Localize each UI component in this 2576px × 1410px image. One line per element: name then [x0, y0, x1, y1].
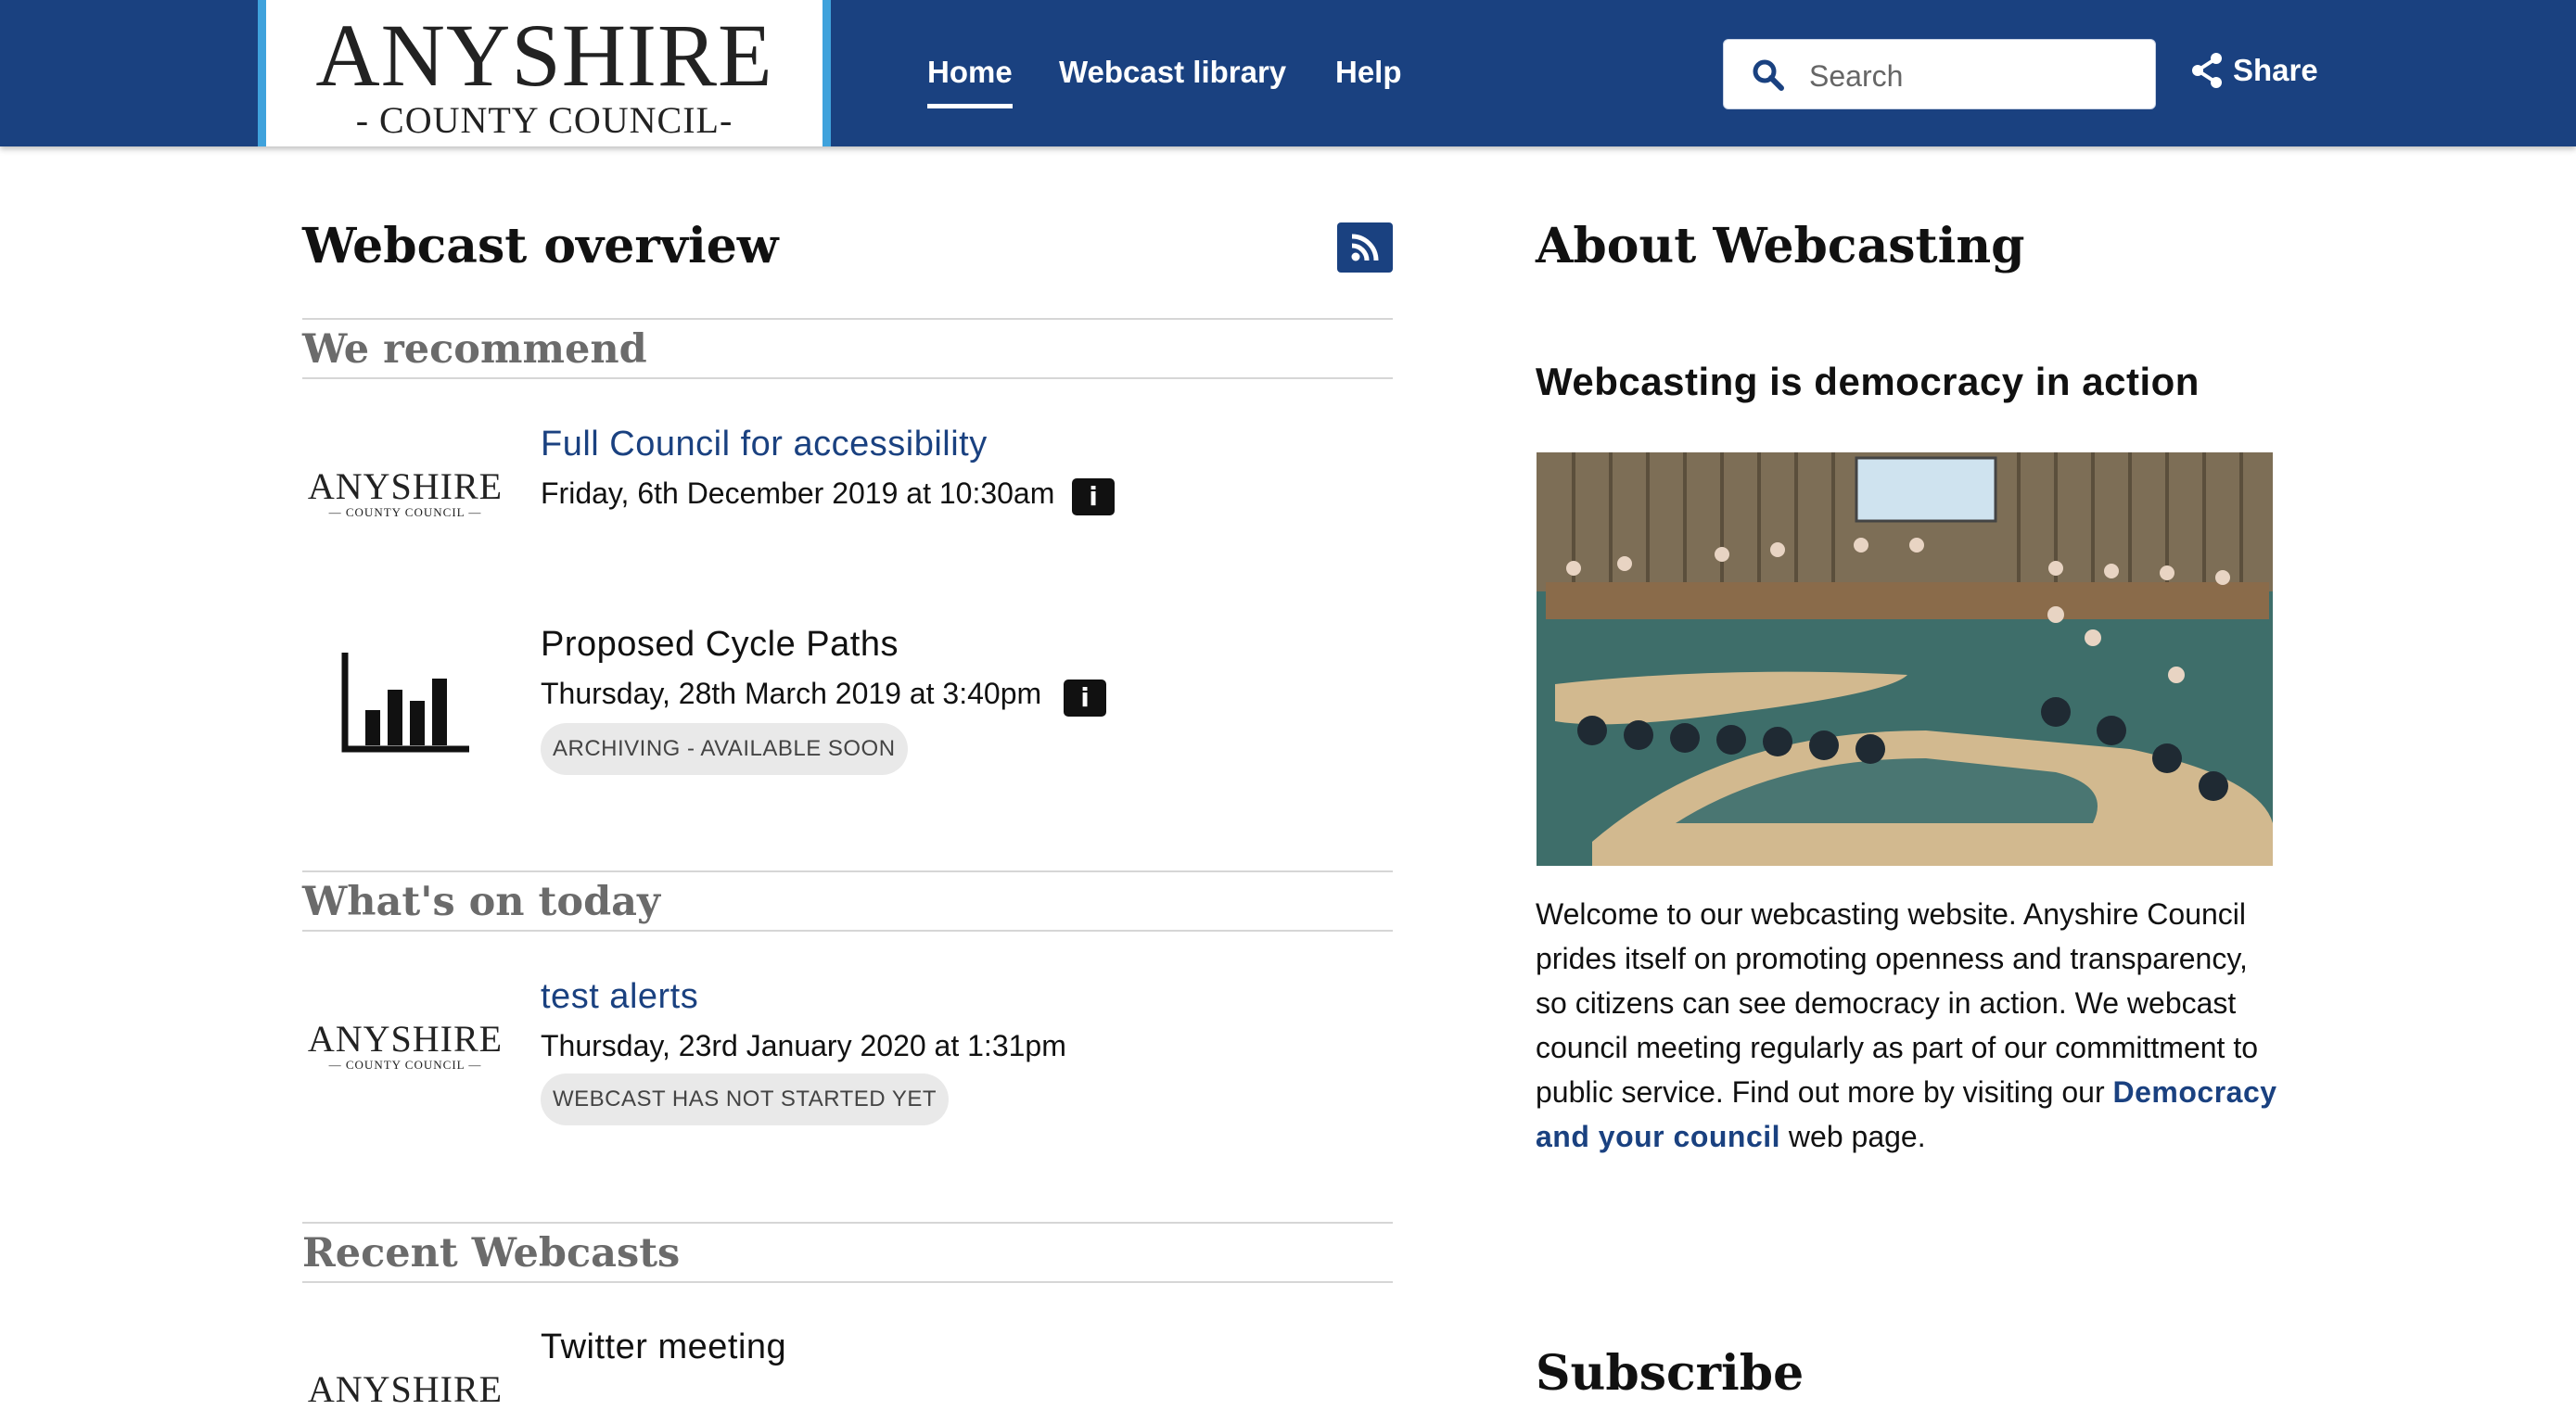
about-subtitle: Webcasting is democracy in action	[1536, 360, 2200, 403]
rss-icon	[1351, 234, 1379, 261]
search-input[interactable]	[1807, 53, 2136, 99]
webcast-title[interactable]: Twitter meeting	[541, 1326, 786, 1368]
webcast-thumbnail[interactable]: ANYSHIRE — COUNTY COUNCIL —	[306, 467, 504, 519]
nav-help[interactable]: Help	[1335, 54, 1402, 91]
nav-home[interactable]: Home	[927, 54, 1013, 108]
logo-main-text: ANYSHIRE	[315, 6, 773, 105]
section-title: We recommend	[302, 326, 647, 373]
share-icon	[2192, 53, 2222, 88]
webcast-date: Friday, 6th December 2019 at 10:30am	[541, 476, 1055, 510]
info-icon[interactable]: i	[1064, 680, 1106, 717]
subscribe-title: Subscribe	[1536, 1345, 1804, 1402]
search-icon[interactable]	[1752, 58, 1785, 92]
section-whats-on-today: What's on today	[302, 870, 1393, 932]
share-label: Share	[2233, 53, 2318, 87]
info-icon[interactable]: i	[1072, 478, 1115, 515]
nav-webcast-library[interactable]: Webcast library	[1059, 54, 1286, 91]
webcast-thumbnail[interactable]: ANYSHIRE — COUNTY COUNCIL —	[306, 1020, 504, 1072]
webcast-title-link[interactable]: test alerts	[541, 975, 698, 1018]
webcast-thumbnail[interactable]: ANYSHIRE	[306, 1370, 504, 1409]
webcast-date: Thursday, 23rd January 2020 at 1:31pm	[541, 1029, 1066, 1062]
council-logo[interactable]: ANYSHIRE - COUNTY COUNCIL-	[258, 0, 831, 146]
webcast-title[interactable]: Proposed Cycle Paths	[541, 623, 899, 666]
webcast-date: Thursday, 28th March 2019 at 3:40pm	[541, 677, 1042, 710]
search-box	[1723, 39, 2156, 109]
webcast-title-link[interactable]: Full Council for accessibility	[541, 423, 988, 465]
rss-feed-button[interactable]	[1337, 222, 1393, 273]
section-we-recommend: We recommend	[302, 318, 1393, 379]
webcast-overview-title: Webcast overview	[302, 218, 779, 274]
section-title: What's on today	[302, 879, 660, 925]
council-chamber-photo	[1537, 452, 2273, 866]
top-navigation-bar: ANYSHIRE - COUNTY COUNCIL- Home Webcast …	[0, 0, 2576, 146]
about-description: Welcome to our webcasting website. Anysh…	[1536, 897, 2277, 1153]
section-title: Recent Webcasts	[302, 1230, 681, 1277]
status-badge: ARCHIVING - AVAILABLE SOON	[541, 723, 908, 775]
bar-chart-icon[interactable]	[339, 649, 475, 755]
logo-sub-text: - COUNTY COUNCIL-	[355, 99, 733, 141]
about-webcasting-title: About Webcasting	[1536, 218, 2025, 274]
section-recent-webcasts: Recent Webcasts	[302, 1222, 1393, 1283]
share-button[interactable]: Share	[2190, 48, 2318, 93]
status-badge: WEBCAST HAS NOT STARTED YET	[541, 1073, 950, 1125]
